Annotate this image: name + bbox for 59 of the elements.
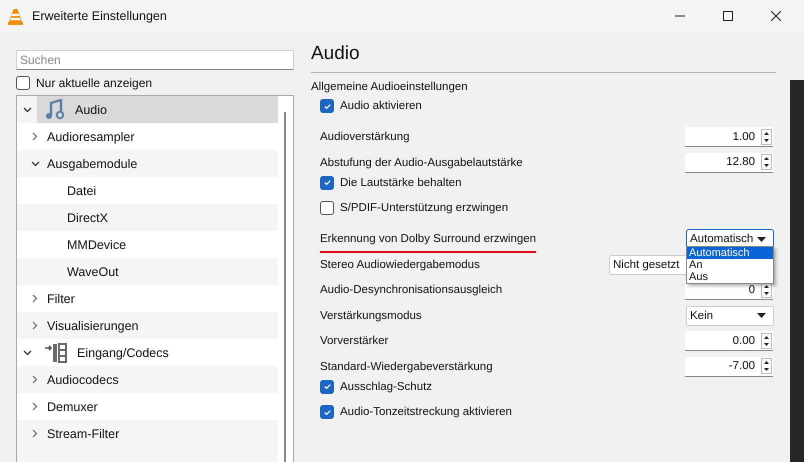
setting-label: Audioverstärkung: [320, 131, 410, 144]
caret-icon: [757, 313, 766, 318]
check-icon: [322, 102, 332, 110]
only-current-checkbox[interactable]: Nur aktuelle anzeigen: [16, 76, 152, 90]
dropdown[interactable]: Nicht gesetzt: [609, 254, 687, 275]
window-title: Erweiterte Einstellungen: [32, 9, 167, 23]
tree-item[interactable]: MMDevice: [67, 231, 278, 258]
setting-checkbox[interactable]: Audio aktivieren: [320, 99, 422, 113]
chevron-down-icon[interactable]: [30, 160, 40, 166]
codec-icon: [45, 342, 67, 362]
chevron-right-icon[interactable]: [32, 294, 38, 303]
scrollbar[interactable]: [284, 112, 286, 462]
tree-item[interactable]: Audio: [37, 96, 278, 123]
spin-box[interactable]: 0.00: [685, 331, 773, 352]
chevron-right-icon[interactable]: [32, 132, 38, 141]
chevron-right-icon[interactable]: [32, 429, 38, 438]
tree-item[interactable]: Filter: [45, 285, 278, 312]
spin-arrows-icon[interactable]: [761, 332, 772, 349]
cone-icon: [8, 8, 23, 24]
close-icon[interactable]: [771, 11, 781, 21]
spin-arrows-icon[interactable]: [761, 154, 772, 170]
check-icon: [322, 178, 332, 187]
chevron-right-icon[interactable]: [32, 402, 38, 411]
spin-arrows-icon[interactable]: [761, 358, 772, 374]
dropdown-option[interactable]: Automatisch: [687, 246, 773, 258]
chevron-down-icon[interactable]: [22, 350, 32, 356]
setting-label: Standard-Wiedergabeverstärkung: [320, 360, 493, 373]
dropdown-option[interactable]: An: [687, 258, 773, 270]
tree-item[interactable]: Datei: [67, 177, 278, 204]
panel-title: Audio: [311, 42, 361, 66]
setting-checkbox[interactable]: Audio-Tonzeitstreckung aktivieren: [320, 405, 512, 419]
setting-checkbox[interactable]: Ausschlag-Schutz: [320, 380, 432, 394]
dropdown[interactable]: Kein: [686, 306, 774, 326]
setting-label: Audio-Desynchronisationsausgleich: [320, 284, 502, 296]
setting-label: Abstufung der Audio-Ausgabelautstärke: [320, 156, 523, 169]
check-icon: [322, 382, 332, 391]
caret-icon: [757, 236, 766, 242]
maximize-icon[interactable]: [723, 11, 733, 21]
spin-box[interactable]: 12.80: [685, 152, 773, 173]
music-note-icon: [45, 98, 65, 120]
setting-label: Erkennung von Dolby Surround erzwingen: [320, 233, 536, 246]
chevron-right-icon[interactable]: [32, 321, 38, 330]
section-label: Allgemeine Audioeinstellungen: [311, 81, 469, 93]
tree-item[interactable]: Audioresampler: [45, 123, 278, 150]
setting-label: Verstärkungsmodus: [320, 310, 422, 322]
setting-checkbox[interactable]: Die Lautstärke behalten: [320, 176, 462, 190]
tree-item[interactable]: Eingang/Codecs: [37, 339, 278, 366]
spin-box[interactable]: 1.00: [685, 127, 773, 148]
spin-arrows-icon[interactable]: [761, 128, 772, 145]
chevron-down-icon[interactable]: [22, 106, 32, 112]
spin-box[interactable]: -7.00: [685, 356, 773, 377]
check-icon: [322, 408, 332, 416]
dropdown-option[interactable]: Aus: [687, 270, 773, 282]
setting-label: Vorverstärker: [320, 335, 388, 348]
setting-label: Stereo Audiowiedergabemodus: [320, 258, 480, 271]
tree-item[interactable]: Demuxer: [45, 393, 278, 420]
search-field[interactable]: Suchen: [16, 50, 294, 70]
setting-checkbox[interactable]: S/PDIF-Unterstützung erzwingen: [320, 201, 508, 215]
chevron-right-icon[interactable]: [32, 375, 38, 384]
